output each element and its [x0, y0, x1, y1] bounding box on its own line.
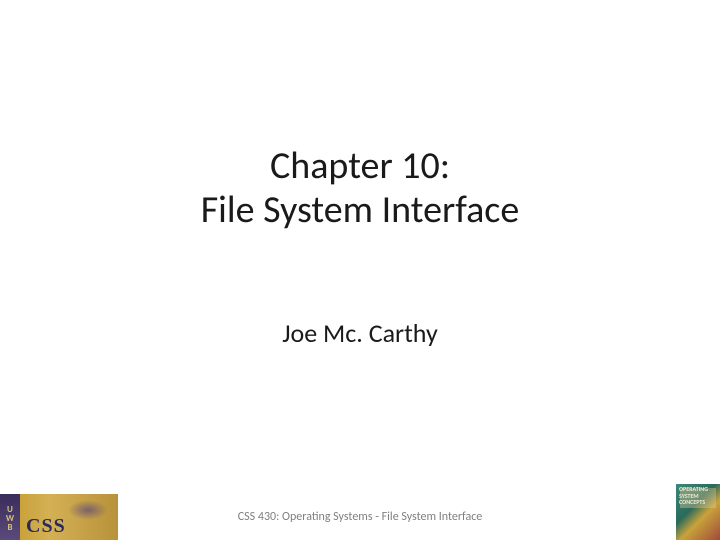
- css-logo-icon: CSS: [20, 494, 118, 540]
- css-logo-text: CSS: [26, 515, 66, 538]
- logo-left: UWB CSS: [0, 494, 118, 540]
- slide-author: Joe Mc. Carthy: [282, 317, 438, 349]
- slide-container: Chapter 10: File System Interface Joe Mc…: [0, 0, 720, 540]
- book-cover-text: OPERATING SYSTEM CONCEPTS: [679, 486, 720, 506]
- book-cover-icon: OPERATING SYSTEM CONCEPTS: [676, 484, 720, 540]
- title-line-1: Chapter 10:: [201, 145, 520, 189]
- uwb-bar-icon: UWB: [0, 494, 20, 540]
- title-line-2: File System Interface: [201, 189, 520, 233]
- footer-text: CSS 430: Operating Systems - File System…: [238, 510, 483, 524]
- slide-title: Chapter 10: File System Interface: [201, 145, 520, 232]
